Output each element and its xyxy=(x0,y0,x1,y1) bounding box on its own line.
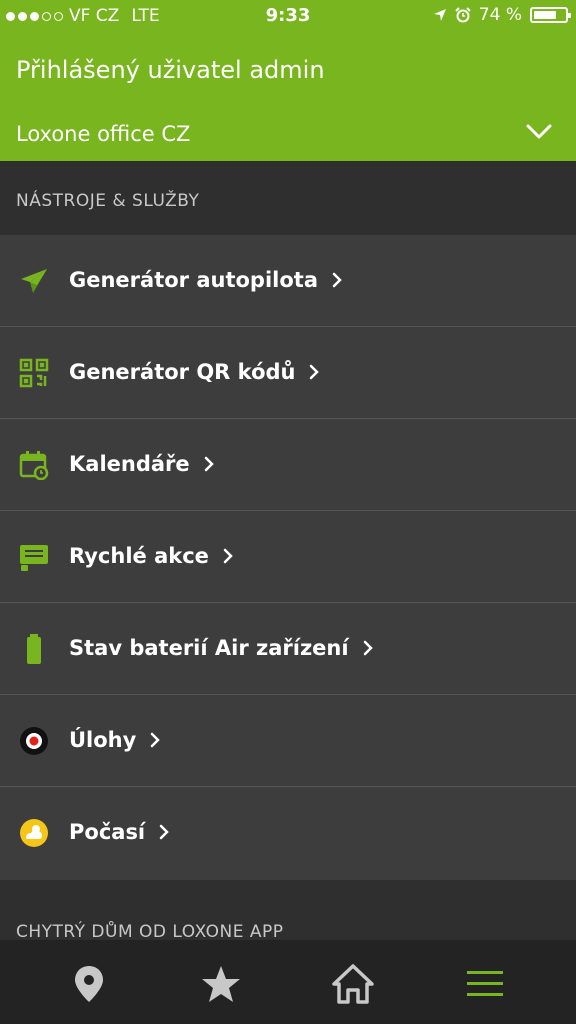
menu-item-autopilot[interactable]: Generátor autopilota xyxy=(0,235,576,327)
calendar-icon xyxy=(18,449,50,481)
menu-icon xyxy=(467,971,503,996)
location-pin-icon xyxy=(75,966,103,1002)
menu-item-quick-actions[interactable]: Rychlé akce xyxy=(0,511,576,603)
paper-plane-icon xyxy=(18,265,50,297)
chevron-right-icon xyxy=(223,548,233,564)
record-icon xyxy=(18,725,50,757)
menu-item-label: Generátor QR kódů xyxy=(69,360,296,384)
location-arrow-icon xyxy=(433,9,446,21)
status-bar: VF CZ LTE 9:33 74 % xyxy=(0,0,576,32)
menu-item-air-battery-status[interactable]: Stav baterií Air zařízení xyxy=(0,603,576,695)
tab-menu[interactable] xyxy=(463,962,507,1006)
chevron-right-icon xyxy=(151,732,161,748)
battery-icon xyxy=(530,7,571,23)
alarm-clock-icon xyxy=(455,7,471,23)
tab-locations[interactable] xyxy=(67,962,111,1006)
weather-icon xyxy=(18,817,50,849)
tab-home[interactable] xyxy=(331,962,375,1006)
logged-in-user: Přihlášený uživatel admin xyxy=(16,56,325,84)
location-selector[interactable]: Loxone office CZ xyxy=(16,122,190,146)
section-title: NÁSTROJE & SLUŽBY xyxy=(16,191,200,211)
tools-menu-list: Generátor autopilota Generátor QR kódů K… xyxy=(0,235,576,878)
menu-item-tasks[interactable]: Úlohy xyxy=(0,695,576,787)
home-icon xyxy=(332,964,374,1004)
menu-item-label: Generátor autopilota xyxy=(69,268,318,292)
quick-action-icon xyxy=(18,541,50,573)
battery-percent: 74 % xyxy=(478,5,522,25)
section-header-tools: NÁSTROJE & SLUŽBY xyxy=(0,161,576,235)
section-title: CHYTRÝ DŮM OD LOXONE APP xyxy=(16,922,284,942)
menu-item-label: Stav baterií Air zařízení xyxy=(69,636,349,660)
menu-item-calendars[interactable]: Kalendáře xyxy=(0,419,576,511)
status-right: 74 % xyxy=(433,5,571,25)
chevron-right-icon xyxy=(332,272,342,288)
qr-code-icon xyxy=(18,357,50,389)
battery-icon xyxy=(18,633,50,665)
chevron-right-icon xyxy=(204,456,214,472)
tab-bar xyxy=(0,940,576,1024)
header: Přihlášený uživatel admin Loxone office … xyxy=(0,32,576,161)
menu-item-qr-generator[interactable]: Generátor QR kódů xyxy=(0,327,576,419)
menu-item-label: Kalendáře xyxy=(69,452,190,476)
menu-item-label: Úlohy xyxy=(69,728,137,752)
chevron-right-icon xyxy=(310,364,320,380)
chevron-right-icon xyxy=(363,640,373,656)
chevron-right-icon xyxy=(159,824,169,840)
star-icon xyxy=(202,966,240,1002)
menu-item-weather[interactable]: Počasí xyxy=(0,787,576,878)
tab-favorites[interactable] xyxy=(199,962,243,1006)
menu-item-label: Počasí xyxy=(69,820,146,844)
menu-item-label: Rychlé akce xyxy=(69,544,209,568)
section-header-smart-home: CHYTRÝ DŮM OD LOXONE APP xyxy=(0,880,576,942)
chevron-down-icon[interactable] xyxy=(526,124,552,140)
